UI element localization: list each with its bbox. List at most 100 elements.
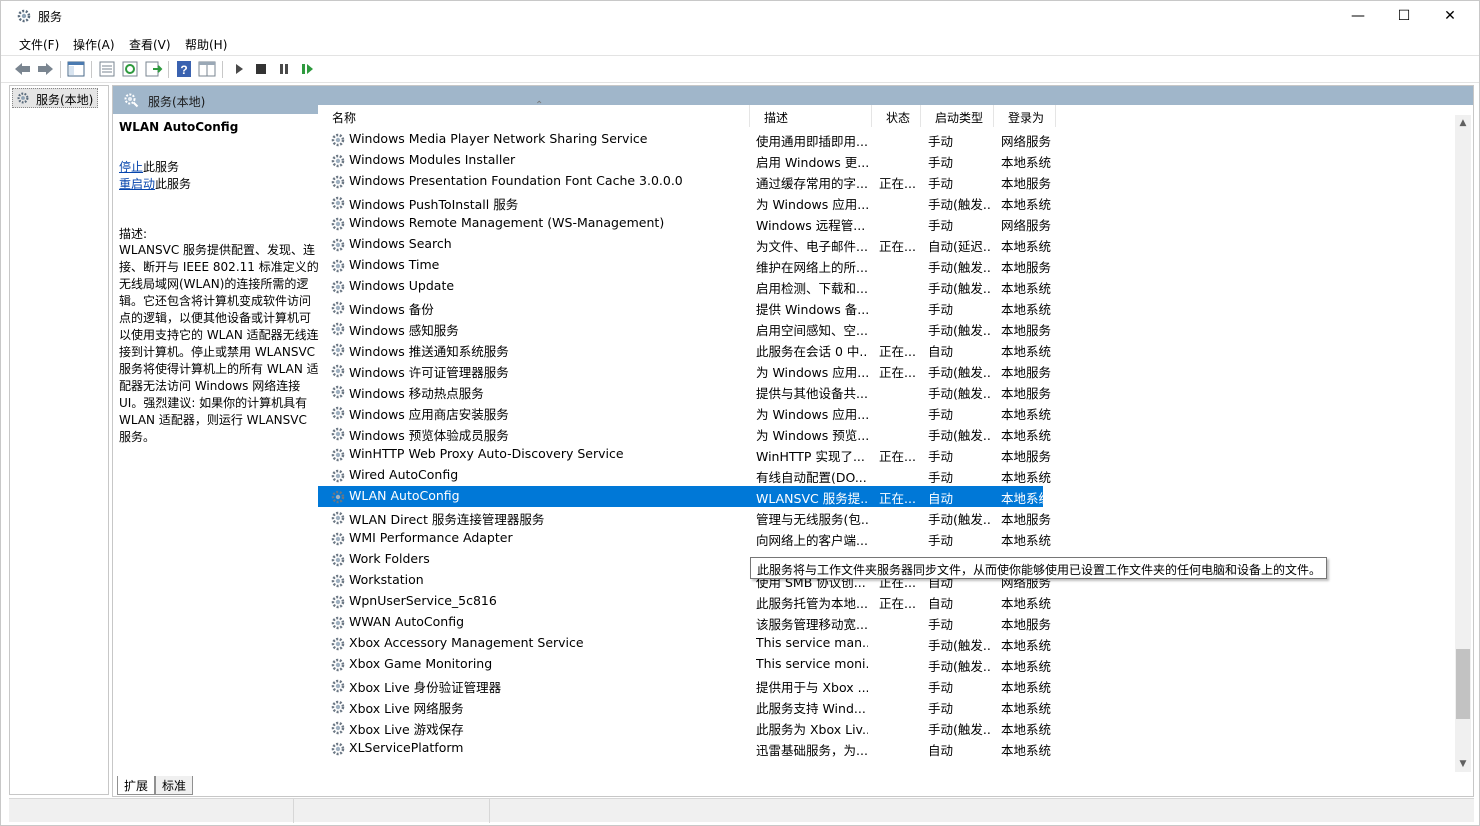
scroll-down-icon[interactable]: ▼ xyxy=(1455,756,1471,772)
scrollbar-thumb[interactable] xyxy=(1456,649,1470,719)
table-row[interactable]: Windows 备份 提供 Windows 备... 手动 本地系统 xyxy=(318,297,1051,318)
properties-icon[interactable] xyxy=(97,60,117,78)
status-separator xyxy=(293,799,294,823)
services-gear-icon xyxy=(17,9,31,23)
pause-service-icon[interactable] xyxy=(274,60,294,78)
scroll-up-icon[interactable]: ▲ xyxy=(1455,115,1471,131)
service-description: WLANSVC 服务提... xyxy=(756,491,868,506)
table-row[interactable]: Windows Remote Management (WS-Management… xyxy=(318,213,1051,234)
column-header-status[interactable]: 状态 xyxy=(872,105,921,127)
table-row[interactable]: WinHTTP Web Proxy Auto-Discovery Service… xyxy=(318,444,1051,465)
service-log-on-as: 本地服务 xyxy=(1001,365,1052,380)
service-name: Windows Remote Management (WS-Management… xyxy=(349,215,665,230)
column-header-description[interactable]: 描述 xyxy=(750,105,872,127)
forward-icon[interactable] xyxy=(35,60,55,78)
table-row[interactable]: Wired AutoConfig 有线自动配置(DO... 手动 本地系统 xyxy=(318,465,1051,486)
table-row[interactable]: Windows 移动热点服务 提供与其他设备共... 手动(触发... 本地服务 xyxy=(318,381,1051,402)
service-status: 正在... xyxy=(879,491,916,506)
column-header-log-on-as[interactable]: 登录为 xyxy=(994,105,1056,127)
vertical-scrollbar[interactable]: ▲ ▼ xyxy=(1455,115,1471,772)
table-row[interactable]: WMI Performance Adapter 向网络上的客户端... 手动 本地系统 xyxy=(318,528,1051,549)
service-name: Workstation xyxy=(349,572,424,587)
service-startup-type: 手动 xyxy=(928,134,954,149)
table-row[interactable]: Windows Media Player Network Sharing Ser… xyxy=(318,129,1051,150)
service-gear-icon xyxy=(330,678,346,694)
table-row[interactable]: WpnUserService_5c816 此服务托管为本地... 正在... 自动 本地… xyxy=(318,591,1051,612)
service-name: Windows 应用商店安装服务 xyxy=(349,407,509,422)
help-icon[interactable]: ? xyxy=(174,60,194,78)
table-row[interactable]: Xbox Live 网络服务 此服务支持 Wind... 手动 本地系统 xyxy=(318,696,1051,717)
service-gear-icon xyxy=(330,153,346,169)
table-row[interactable]: Windows 推送通知系统服务 此服务在会话 0 中... 正在... 自动 本地系统 xyxy=(318,339,1051,360)
tree-item-services-local[interactable]: 服务(本地) xyxy=(12,88,98,108)
table-row[interactable]: Windows Time 维护在网络上的所... 手动(触发... 本地服务 xyxy=(318,255,1051,276)
maximize-button[interactable]: ☐ xyxy=(1381,1,1427,32)
service-name: Windows Presentation Foundation Font Cac… xyxy=(349,173,683,188)
service-name: Windows Update xyxy=(349,278,455,293)
service-gear-icon xyxy=(330,132,346,148)
table-row[interactable]: Xbox Game Monitoring This service moni...… xyxy=(318,654,1051,675)
status-separator xyxy=(489,799,490,823)
table-row[interactable]: Windows 预览体验成员服务 为 Windows 预览... 手动(触发... 本… xyxy=(318,423,1051,444)
minimize-button[interactable]: — xyxy=(1335,1,1381,32)
table-row[interactable]: Xbox Accessory Management Service This se… xyxy=(318,633,1051,654)
service-log-on-as: 本地服务 xyxy=(1001,512,1052,527)
tab-standard[interactable]: 标准 xyxy=(155,776,194,795)
menu-help[interactable]: 帮助(H) xyxy=(185,36,227,53)
stop-service-link[interactable]: 停止 xyxy=(119,160,143,174)
stop-service-icon[interactable] xyxy=(251,60,271,78)
table-row[interactable]: Xbox Live 游戏保存 此服务为 Xbox Liv... 手动(触发... 本地… xyxy=(318,717,1051,738)
table-row[interactable]: WWAN AutoConfig 该服务管理移动宽... 手动 本地服务 xyxy=(318,612,1051,633)
table-row[interactable]: Windows 感知服务 启用空间感知、空... 手动(触发... 本地服务 xyxy=(318,318,1051,339)
service-gear-icon xyxy=(330,552,346,568)
service-gear-icon xyxy=(330,237,346,253)
service-status: 正在... xyxy=(879,176,916,191)
restart-service-link[interactable]: 重启动 xyxy=(119,177,155,191)
service-name: Windows 感知服务 xyxy=(349,323,459,338)
service-startup-type: 手动(触发... xyxy=(928,722,992,737)
table-row[interactable]: Xbox Live 身份验证管理器 提供用于与 Xbox ... 手动 本地系统 xyxy=(318,675,1051,696)
tab-extended[interactable]: 扩展 xyxy=(117,776,156,795)
show-hide-tree-icon[interactable] xyxy=(66,60,86,78)
service-startup-type: 自动(延迟... xyxy=(928,239,992,254)
table-row[interactable]: XLServicePlatform 迅雷基础服务，为... 自动 本地系统 xyxy=(318,738,1051,759)
service-description: 维护在网络上的所... xyxy=(756,260,868,275)
close-button[interactable]: ✕ xyxy=(1427,1,1473,32)
service-log-on-as: 本地系统 xyxy=(1001,491,1052,506)
service-gear-icon xyxy=(330,363,346,379)
table-row[interactable]: WLAN AutoConfig WLANSVC 服务提... 正在... 自动 本地系统 xyxy=(318,486,1051,507)
service-startup-type: 手动(触发... xyxy=(928,428,992,443)
menu-action[interactable]: 操作(A) xyxy=(73,36,115,53)
service-log-on-as: 本地系统 xyxy=(1001,680,1052,695)
toolbar-separator xyxy=(222,61,223,78)
table-row[interactable]: Windows Presentation Foundation Font Cac… xyxy=(318,171,1051,192)
service-description: 启用 Windows 更... xyxy=(756,155,868,170)
service-gear-icon xyxy=(330,594,346,610)
service-description: 为 Windows 应用... xyxy=(756,407,868,422)
table-row[interactable]: Windows Update 启用检测、下载和... 手动(触发... 本地系统 xyxy=(318,276,1051,297)
service-description: 为 Windows 应用... xyxy=(756,197,868,212)
table-row[interactable]: Windows 应用商店安装服务 为 Windows 应用... 手动 本地系统 xyxy=(318,402,1051,423)
export-list-icon[interactable] xyxy=(143,60,163,78)
table-row[interactable]: Windows Search 为文件、电子邮件... 正在... 自动(延迟... 本地… xyxy=(318,234,1051,255)
menu-file[interactable]: 文件(F) xyxy=(19,36,59,53)
service-log-on-as: 本地系统 xyxy=(1001,638,1052,653)
service-description: 为 Windows 预览... xyxy=(756,428,868,443)
column-header-startup-type[interactable]: 启动类型 xyxy=(921,105,994,127)
menu-view[interactable]: 查看(V) xyxy=(129,36,171,53)
show-pane-icon[interactable] xyxy=(197,60,217,78)
table-row[interactable]: Windows Modules Installer 启用 Windows 更...… xyxy=(318,150,1051,171)
refresh-icon[interactable] xyxy=(120,60,140,78)
service-gear-icon xyxy=(330,468,346,484)
column-header-name[interactable]: 名称 xyxy=(318,105,750,127)
menu-bar: 文件(F) 操作(A) 查看(V) 帮助(H) xyxy=(1,32,1479,55)
service-gear-icon xyxy=(330,300,346,316)
table-row[interactable]: Windows 许可证管理器服务 为 Windows 应用... 正在... 手动(触… xyxy=(318,360,1051,381)
restart-service-icon[interactable] xyxy=(297,60,317,78)
table-row[interactable]: Windows PushToInstall 服务 为 Windows 应用... 手… xyxy=(318,192,1051,213)
table-row[interactable]: WLAN Direct 服务连接管理器服务 管理与无线服务(包... 手动(触发..… xyxy=(318,507,1051,528)
start-service-icon[interactable] xyxy=(229,60,249,78)
service-gear-icon xyxy=(330,699,346,715)
back-icon[interactable] xyxy=(13,60,33,78)
title-bar[interactable]: 服务 — ☐ ✕ xyxy=(1,1,1479,32)
